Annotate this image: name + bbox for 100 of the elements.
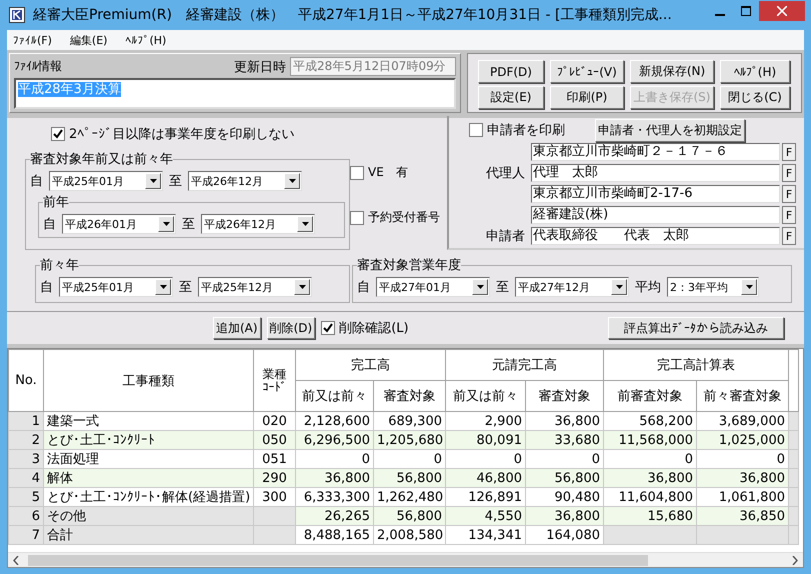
table-cell: 36,850 <box>696 506 788 526</box>
import-button[interactable]: 評点算出ﾃﾞｰﾀから読み込み <box>608 317 784 339</box>
table-cell: 36,800 <box>526 506 604 526</box>
checkbox-label[interactable]: 削除確認(L) <box>339 319 409 337</box>
scrollbar-thumb[interactable] <box>28 555 648 566</box>
table-cell: 56,800 <box>374 468 446 488</box>
column-header: 前々審査対象 <box>696 380 788 412</box>
text-field[interactable]: 東京都立川市柴崎町2-17-6 <box>531 185 780 203</box>
table-cell: 1,025,000 <box>696 430 788 450</box>
table-cell: 11,568,000 <box>604 430 696 450</box>
column-header: 完工高計算表 <box>604 350 788 380</box>
menu-item[interactable]: ﾌｧｲﾙ(F) <box>13 34 52 46</box>
row-number: 7 <box>8 526 44 544</box>
checkbox[interactable] <box>469 123 483 137</box>
text-field[interactable]: 東京都立川市柴崎町２－１７－６ <box>531 143 780 161</box>
caret-icon[interactable] <box>150 179 156 183</box>
menu-item[interactable]: ﾍﾙﾌﾟ(H) <box>125 34 166 46</box>
table-cell: 合計 <box>44 526 254 544</box>
table-cell: 56,800 <box>526 468 604 488</box>
table-cell: 290 <box>254 468 296 488</box>
from-label: 自 <box>30 173 43 190</box>
table-cell: 164,080 <box>526 526 604 544</box>
dropdown[interactable]: 平成27年12月 <box>515 277 629 297</box>
caret-icon[interactable] <box>288 179 296 183</box>
caret-icon[interactable] <box>302 222 308 226</box>
file-info-label: ﾌｧｲﾙ情報 <box>14 58 63 75</box>
checkbox-label[interactable]: 2ﾍﾟｰｼﾞ目以降は事業年度を印刷しない <box>69 125 294 143</box>
action-button[interactable]: ﾍﾙﾌﾟ(H) <box>720 60 790 83</box>
table-cell: 050 <box>254 430 296 450</box>
caret-icon[interactable] <box>746 285 752 289</box>
checkbox-label[interactable]: 申請者を印刷 <box>487 121 565 139</box>
table-cell: 134,341 <box>446 526 526 544</box>
group-title: 前年 <box>43 194 69 211</box>
table-cell: 33,680 <box>526 430 604 450</box>
checkbox[interactable] <box>350 166 364 180</box>
f-button[interactable]: F <box>782 143 796 161</box>
row-number: 1 <box>8 412 44 430</box>
action-button[interactable]: ﾌﾟﾚﾋﾞｭｰ(V) <box>550 60 624 83</box>
dropdown[interactable]: 2：3年平均 <box>667 277 759 297</box>
table-cell <box>254 506 296 526</box>
f-button[interactable]: F <box>782 206 796 224</box>
action-button[interactable]: 新規保存(N) <box>630 60 714 83</box>
dropdown[interactable]: 平成26年12月 <box>188 171 302 191</box>
f-button[interactable]: F <box>782 164 796 182</box>
text-field[interactable]: 経審建設(株) <box>531 206 780 224</box>
table-cell <box>254 526 296 544</box>
dropdown[interactable]: 平成26年01月 <box>62 214 176 234</box>
text-field[interactable]: 代表取締役 代表 太郎 <box>531 227 780 245</box>
dropdown[interactable]: 平成25年01月 <box>49 171 163 191</box>
group-title: 審査対象年前又は前々年 <box>30 151 173 168</box>
table-cell: 56,800 <box>374 506 446 526</box>
close-icon[interactable] <box>777 6 787 16</box>
column-header: 審査対象 <box>374 380 446 412</box>
horizontal-scrollbar[interactable] <box>8 552 803 567</box>
action-button[interactable]: 印刷(P) <box>550 86 624 109</box>
row-number: 3 <box>8 450 44 468</box>
action-button[interactable]: PDF(D) <box>478 60 544 83</box>
to-label: 至 <box>182 216 195 233</box>
table-cell: 6,296,500 <box>296 430 374 450</box>
column-header: 元請完工高 <box>446 350 604 380</box>
column-header: 業種ｺｰﾄﾞ <box>254 350 296 412</box>
dropdown[interactable]: 平成25年12月 <box>198 277 312 297</box>
field-label: 代理人 <box>485 165 526 182</box>
dropdown[interactable]: 平成25年01月 <box>59 277 173 297</box>
table-cell: 4,550 <box>446 506 526 526</box>
action-button[interactable]: 閉じる(C) <box>720 86 790 109</box>
checkbox-label[interactable]: 予約受付番号 <box>368 209 440 226</box>
from-label: 自 <box>40 279 53 296</box>
maximize-icon[interactable] <box>741 6 751 16</box>
menu-item[interactable]: 編集(E) <box>70 32 108 48</box>
f-button[interactable]: F <box>782 185 796 203</box>
to-label: 至 <box>179 279 192 296</box>
checkbox-label[interactable]: VE 有 <box>368 164 408 181</box>
dropdown[interactable]: 平成27年01月 <box>376 277 490 297</box>
table-cell: 36,800 <box>296 468 374 488</box>
updated-field: 平成28年5月12日07時09分 <box>290 57 456 76</box>
text-field[interactable]: 代理 太郎 <box>531 164 780 182</box>
add-button[interactable]: 追加(A) <box>213 317 261 339</box>
caret-icon[interactable] <box>298 285 306 289</box>
delete-button[interactable]: 削除(D) <box>266 317 316 339</box>
reset-button[interactable]: 申請者・代理人を初期設定 <box>595 118 745 142</box>
caret-icon[interactable] <box>162 222 170 226</box>
caret-icon[interactable] <box>616 285 622 289</box>
average-label: 平均 <box>635 279 661 296</box>
table-cell: その他 <box>44 506 254 526</box>
caret-icon[interactable] <box>476 285 484 289</box>
close-button[interactable] <box>759 1 805 21</box>
row-number: 4 <box>8 468 44 488</box>
f-button[interactable]: F <box>782 227 796 245</box>
table-cell: 15,680 <box>604 506 696 526</box>
dropdown[interactable]: 平成26年12月 <box>201 214 315 234</box>
checkbox[interactable] <box>350 210 364 224</box>
caret-icon[interactable] <box>160 285 166 289</box>
table-cell: 解体 <box>44 468 254 488</box>
table-cell: 80,091 <box>446 430 526 450</box>
column-header: 前審査対象 <box>604 380 696 412</box>
table-cell: 1,205,680 <box>374 430 446 450</box>
row-number: 6 <box>8 506 44 526</box>
action-button[interactable]: 設定(E) <box>478 86 544 109</box>
column-header: No. <box>8 350 44 412</box>
